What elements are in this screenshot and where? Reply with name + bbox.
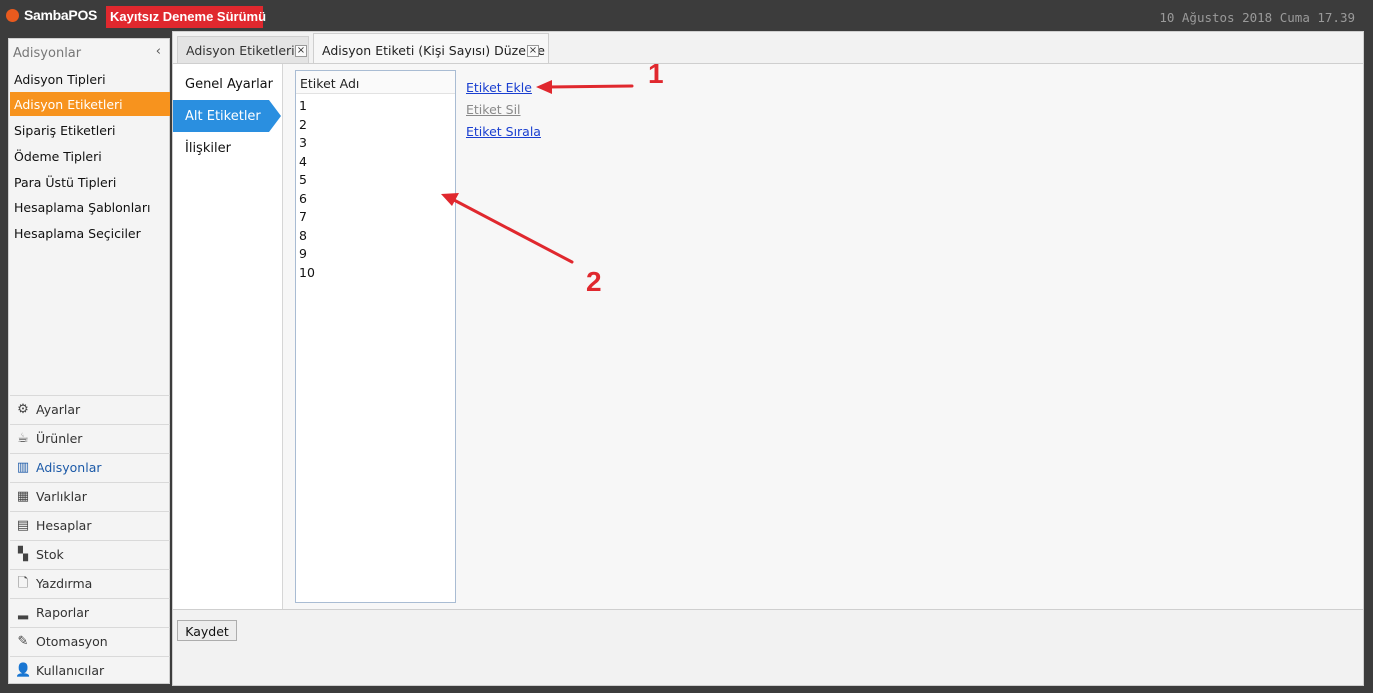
sambapos-logo-icon <box>6 9 19 22</box>
module-label: Ayarlar <box>36 402 81 417</box>
sidebar-item-para-ustu-tipleri[interactable]: Para Üstü Tipleri <box>10 170 170 194</box>
module-label: Kullanıcılar <box>36 663 105 678</box>
annotation-label-1: 1 <box>648 58 664 89</box>
left-sidebar: Adisyonlar ‹ Adisyon Tipleri Adisyon Eti… <box>8 38 170 684</box>
annotation-label-2: 2 <box>586 266 602 297</box>
save-button[interactable]: Kaydet <box>177 620 237 641</box>
module-otomasyon[interactable]: ✎ Otomasyon <box>10 627 170 656</box>
main-panel: Adisyon Etiketleri × Adisyon Etiketi (Ki… <box>172 31 1364 686</box>
collapse-chevron-icon[interactable]: ‹ <box>156 44 161 59</box>
module-stok[interactable]: ▚ Stok <box>10 540 170 569</box>
list-item[interactable]: 1 <box>299 98 307 116</box>
module-raporlar[interactable]: ▂ Raporlar <box>10 598 170 627</box>
module-yazdirma[interactable]: 🗋 Yazdırma <box>10 569 170 598</box>
delete-tag-link[interactable]: Etiket Sil <box>466 102 541 118</box>
editor-footer: Kaydet <box>173 609 1363 685</box>
sidebar-item-adisyon-tipleri[interactable]: Adisyon Tipleri <box>10 67 170 91</box>
sort-tags-link[interactable]: Etiket Sırala <box>466 124 541 140</box>
tab-etiket-duzenle[interactable]: Adisyon Etiketi (Kişi Sayısı) Düzenle × <box>313 33 549 64</box>
list-item[interactable]: 9 <box>299 246 307 264</box>
subnav-alt-etiketler[interactable]: Alt Etiketler <box>173 100 281 132</box>
module-list: ⚙ Ayarlar ☕ Ürünler ▥ Adisyonlar ▦ Varlı… <box>10 395 170 685</box>
sidebar-item-hesaplama-seciciler[interactable]: Hesaplama Seçiciler <box>10 221 170 245</box>
close-icon[interactable]: × <box>295 45 307 57</box>
list-item[interactable]: 3 <box>299 135 307 153</box>
module-label: Hesaplar <box>36 518 92 533</box>
module-label: Otomasyon <box>36 634 108 649</box>
tag-list-header[interactable]: Etiket Adı <box>296 71 455 94</box>
editor-subnav: Genel Ayarlar Alt Etiketler İlişkiler <box>173 64 283 610</box>
module-hesaplar[interactable]: ▤ Hesaplar <box>10 511 170 540</box>
module-urunler[interactable]: ☕ Ürünler <box>10 424 170 453</box>
trial-badge: Kayıtsız Deneme Sürümü <box>106 6 266 28</box>
list-item[interactable]: 6 <box>299 191 307 209</box>
module-label: Varlıklar <box>36 489 87 504</box>
clock: 10 Ağustos 2018 Cuma 17.39 <box>1159 10 1355 25</box>
coffee-icon: ☕ <box>17 431 29 446</box>
list-item[interactable]: 7 <box>299 209 307 227</box>
subnav-iliskiler[interactable]: İlişkiler <box>173 132 269 164</box>
module-label: Stok <box>36 547 64 562</box>
pen-icon: ✎ <box>17 634 29 649</box>
list-item[interactable]: 8 <box>299 228 307 246</box>
module-label: Raporlar <box>36 605 90 620</box>
list-item[interactable]: 10 <box>299 265 315 283</box>
tag-list[interactable]: Etiket Adı 1 2 3 4 5 6 7 8 9 10 <box>295 70 456 603</box>
boxes-icon: ▚ <box>18 547 28 562</box>
module-varliklar[interactable]: ▦ Varlıklar <box>10 482 170 511</box>
sidebar-header-label: Adisyonlar <box>13 46 82 61</box>
module-label: Ürünler <box>36 431 83 446</box>
document-icon: 🗋 <box>17 576 29 591</box>
module-ayarlar[interactable]: ⚙ Ayarlar <box>10 395 170 424</box>
sidebar-item-hesaplama-sablonlari[interactable]: Hesaplama Şablonları <box>10 195 170 219</box>
sidebar-header: Adisyonlar ‹ <box>13 43 167 63</box>
tab-label: Adisyon Etiketi (Kişi Sayısı) Düzenle <box>322 43 545 58</box>
tab-label: Adisyon Etiketleri <box>186 43 295 58</box>
tab-adisyon-etiketleri[interactable]: Adisyon Etiketleri × <box>177 36 309 63</box>
list-item[interactable]: 5 <box>299 172 307 190</box>
bar-chart-icon: ▂ <box>18 605 28 620</box>
title-bar: SambaPOS Kayıtsız Deneme Sürümü 10 Ağust… <box>0 0 1373 31</box>
module-kullanicilar[interactable]: 👤 Kullanıcılar <box>10 656 170 685</box>
module-label: Adisyonlar <box>36 460 102 475</box>
subnav-genel-ayarlar[interactable]: Genel Ayarlar <box>173 68 273 100</box>
calculator-icon: ▤ <box>16 518 30 533</box>
module-label: Yazdırma <box>36 576 93 591</box>
books-icon: ▥ <box>16 460 30 475</box>
sidebar-item-odeme-tipleri[interactable]: Ödeme Tipleri <box>10 144 170 168</box>
editor-content: Genel Ayarlar Alt Etiketler İlişkiler Et… <box>173 63 1363 610</box>
sidebar-item-adisyon-etiketleri[interactable]: Adisyon Etiketleri <box>10 92 170 116</box>
list-item[interactable]: 2 <box>299 117 307 135</box>
table-icon: ▦ <box>16 489 30 504</box>
user-icon: 👤 <box>15 663 32 678</box>
tag-actions: Etiket Ekle Etiket Sil Etiket Sırala <box>466 80 541 146</box>
gear-icon: ⚙ <box>17 402 29 417</box>
sidebar-item-siparis-etiketleri[interactable]: Sipariş Etiketleri <box>10 118 170 142</box>
list-item[interactable]: 4 <box>299 154 307 172</box>
module-adisyonlar[interactable]: ▥ Adisyonlar <box>10 453 170 482</box>
close-icon[interactable]: × <box>527 45 539 57</box>
add-tag-link[interactable]: Etiket Ekle <box>466 80 541 96</box>
app-name: SambaPOS <box>24 7 98 23</box>
